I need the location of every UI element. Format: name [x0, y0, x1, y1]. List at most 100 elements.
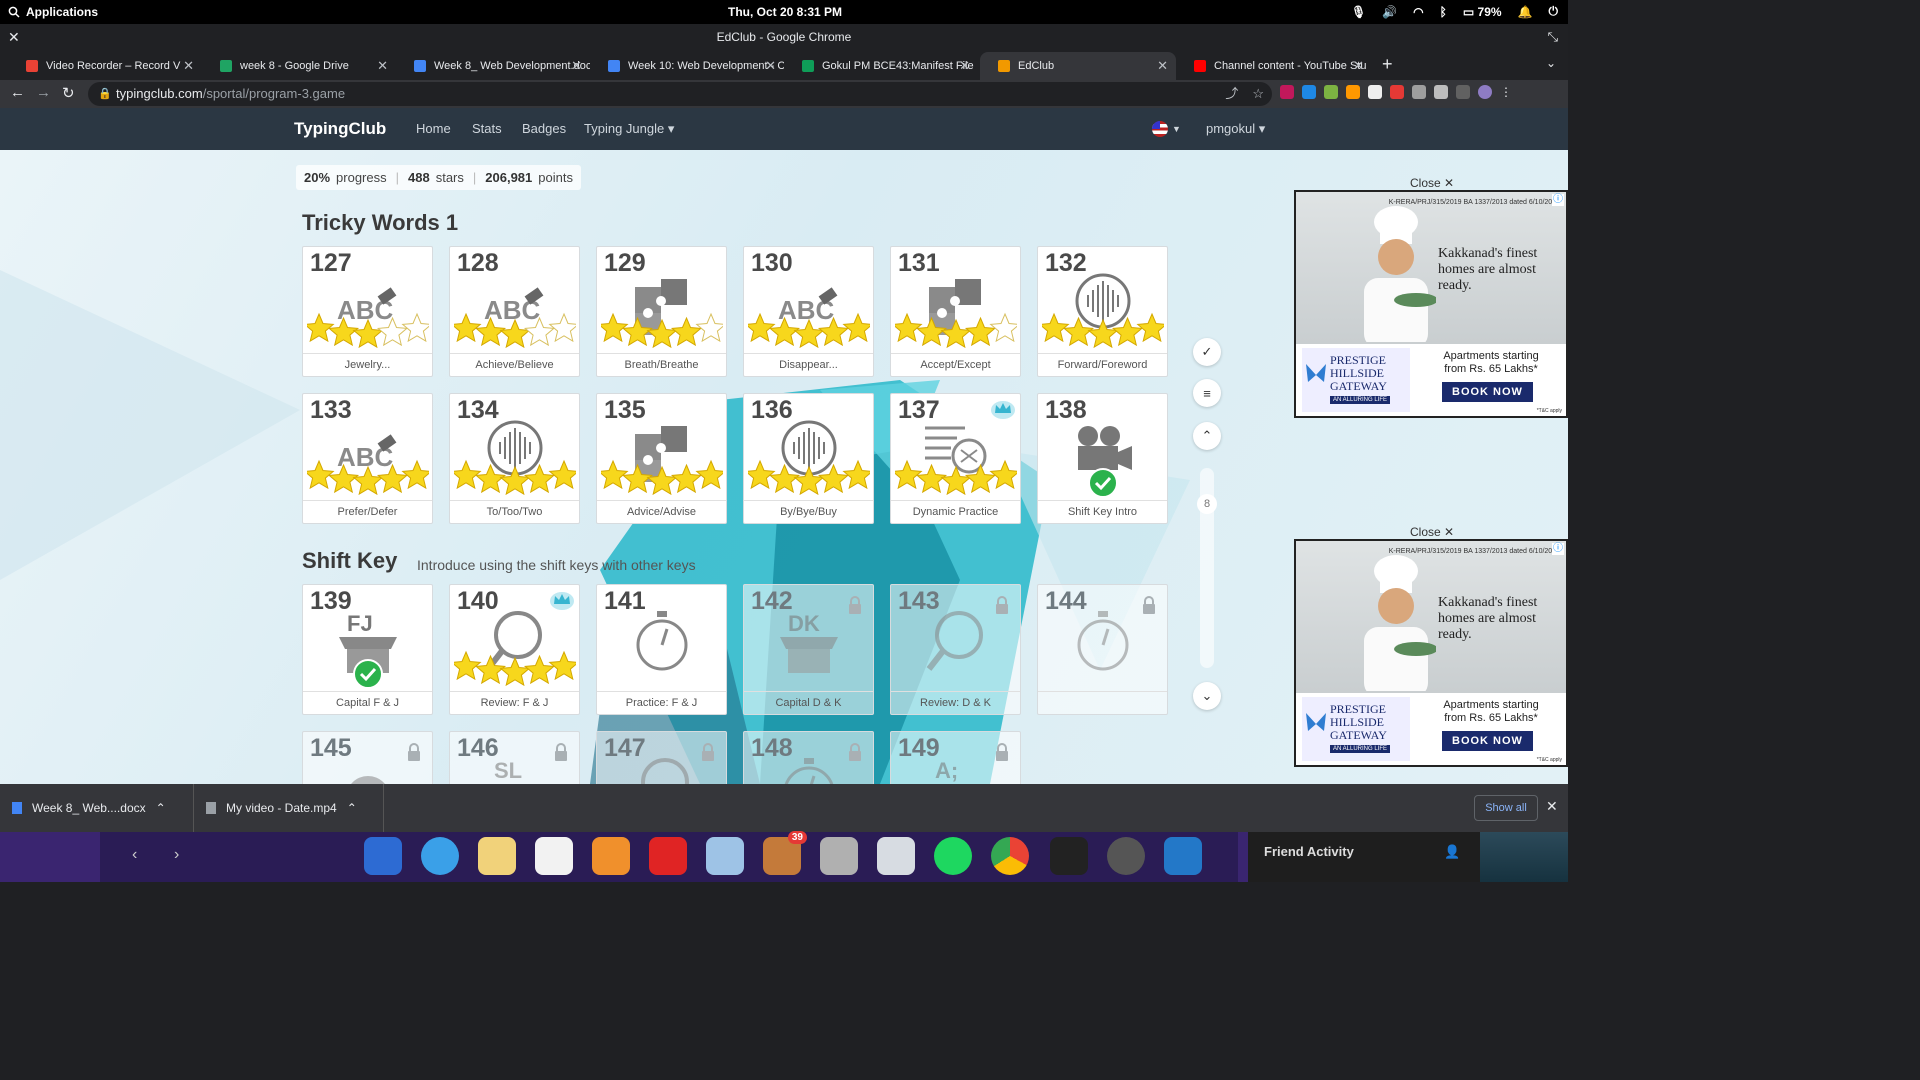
music-icon[interactable]: [592, 837, 630, 875]
tab-youtube-studio[interactable]: Channel content - YouTube Stu ✕: [1176, 52, 1372, 80]
close-tab-icon[interactable]: ✕: [183, 58, 194, 74]
mail-icon[interactable]: [478, 837, 516, 875]
side-panel-icon[interactable]: [1456, 85, 1470, 99]
scroll-down-button[interactable]: ⌄: [1193, 682, 1221, 710]
camera-icon[interactable]: [1107, 837, 1145, 875]
lesson-card-135[interactable]: 135 Advice/Advise: [596, 393, 727, 524]
lesson-card-145[interactable]: 145: [302, 731, 433, 784]
extension-icon[interactable]: [1412, 85, 1426, 99]
lesson-card-128[interactable]: 128 ABC Achieve/Believe: [449, 246, 580, 377]
lesson-card-133[interactable]: 133 ABC Prefer/Defer: [302, 393, 433, 524]
applications-menu[interactable]: Applications: [8, 5, 98, 19]
files-icon[interactable]: [820, 837, 858, 875]
bookmark-star-icon[interactable]: ☆: [1252, 82, 1264, 106]
show-all-downloads-button[interactable]: Show all: [1474, 795, 1538, 821]
close-tab-icon[interactable]: ✕: [1157, 58, 1168, 74]
close-tab-icon[interactable]: ✕: [571, 58, 582, 74]
app-store-icon[interactable]: 39: [763, 831, 807, 875]
nav-badges[interactable]: Badges: [522, 121, 566, 136]
settings-toggle-icon[interactable]: [877, 837, 915, 875]
ad-book-now-button[interactable]: BOOK NOW: [1442, 731, 1533, 751]
dock-next-icon[interactable]: ›: [174, 846, 179, 864]
forward-button[interactable]: →: [36, 84, 51, 101]
download-item[interactable]: Week 8_ Web....docx ⌃: [0, 784, 194, 832]
volume-icon[interactable]: 🔊: [1382, 5, 1397, 19]
download-item[interactable]: My video - Date.mp4 ⌃: [194, 784, 384, 832]
ad-close-button[interactable]: Close ✕: [1410, 525, 1454, 539]
calendar-icon[interactable]: [535, 837, 573, 875]
tab-video-recorder[interactable]: Video Recorder – Record V ✕: [8, 52, 202, 80]
download-extension-icon[interactable]: [1302, 85, 1316, 99]
language-chevron-icon[interactable]: ▼: [1172, 124, 1181, 134]
nav-home[interactable]: Home: [416, 121, 451, 136]
close-tab-icon[interactable]: ✕: [1353, 58, 1364, 74]
add-friend-icon[interactable]: 👤: [1444, 844, 1460, 860]
ad-choices-icon[interactable]: ⓘ: [1552, 543, 1564, 555]
profile-avatar[interactable]: [1478, 85, 1492, 99]
close-downloads-icon[interactable]: ✕: [1546, 798, 1558, 815]
lesson-card-142[interactable]: 142 DK Capital D & K: [743, 584, 874, 715]
lesson-card-143[interactable]: 143 Review: D & K: [890, 584, 1021, 715]
check-progress-button[interactable]: ✓: [1193, 338, 1221, 366]
window-restore-icon[interactable]: ⤡: [1548, 24, 1558, 50]
user-menu[interactable]: pmgokul ▾: [1206, 121, 1265, 137]
share-icon[interactable]: ⤴: [1225, 82, 1238, 106]
reload-button[interactable]: ↻: [62, 84, 75, 102]
advertisement[interactable]: K-RERA/PRJ/315/2019 BA 1337/2013 dated 6…: [1294, 190, 1568, 418]
close-tab-icon[interactable]: ✕: [765, 58, 776, 74]
power-icon[interactable]: ⏻: [1549, 4, 1559, 19]
workspace-icon[interactable]: [364, 837, 402, 875]
video-player-icon[interactable]: [649, 837, 687, 875]
lesson-card-146[interactable]: 146 SL: [449, 731, 580, 784]
chrome-icon[interactable]: [991, 837, 1029, 875]
lesson-card-129[interactable]: 129 Breath/Breathe: [596, 246, 727, 377]
lesson-card-139[interactable]: 139 FJ Capital F & J: [302, 584, 433, 715]
bluetooth-icon[interactable]: ᛒ: [1440, 5, 1447, 19]
new-tab-button[interactable]: +: [1382, 54, 1393, 75]
lock-icon[interactable]: 🔒: [98, 82, 112, 106]
tab-week10-doc[interactable]: Week 10: Web Development - C ✕: [590, 52, 784, 80]
lesson-card-138[interactable]: 138 Shift Key Intro: [1037, 393, 1168, 524]
lesson-card-144[interactable]: 144: [1037, 584, 1168, 715]
lesson-card-132[interactable]: 132 Forward/Foreword: [1037, 246, 1168, 377]
chevron-up-icon[interactable]: ⌃: [156, 801, 166, 815]
language-flag-icon[interactable]: [1152, 121, 1168, 137]
address-bar[interactable]: 🔒 typingclub.com/sportal/program-3.game …: [88, 82, 1272, 106]
tab-search-chevron-icon[interactable]: ⌄: [1546, 56, 1556, 70]
extension-icon[interactable]: [1368, 85, 1382, 99]
window-close-icon[interactable]: ✕: [8, 24, 20, 50]
spotify-icon[interactable]: [934, 837, 972, 875]
scroll-up-button[interactable]: ⌃: [1193, 422, 1221, 450]
lesson-card-149[interactable]: 149 A;: [890, 731, 1021, 784]
terminal-icon[interactable]: [1050, 837, 1088, 875]
lesson-card-127[interactable]: 127 ABC Jewelry...: [302, 246, 433, 377]
lesson-card-148[interactable]: 148: [743, 731, 874, 784]
lesson-card-137[interactable]: 137 Dynamic Practice: [890, 393, 1021, 524]
dock-prev-icon[interactable]: ‹: [132, 846, 137, 864]
menu-list-button[interactable]: ≡: [1193, 379, 1221, 407]
browser-globe-icon[interactable]: [421, 837, 459, 875]
lesson-card-136[interactable]: 136 By/Bye/Buy: [743, 393, 874, 524]
puzzle-extensions-icon[interactable]: [1434, 85, 1448, 99]
photos-icon[interactable]: [706, 837, 744, 875]
site-logo[interactable]: TypingClub: [294, 119, 386, 139]
vscode-icon[interactable]: [1164, 837, 1202, 875]
nav-stats[interactable]: Stats: [472, 121, 502, 136]
tab-google-drive[interactable]: week 8 - Google Drive ✕: [202, 52, 396, 80]
tab-edclub[interactable]: EdClub ✕: [980, 52, 1176, 80]
advertisement[interactable]: K-RERA/PRJ/315/2019 BA 1337/2013 dated 6…: [1294, 539, 1568, 767]
back-button[interactable]: ←: [10, 84, 25, 101]
lesson-card-147[interactable]: 147: [596, 731, 727, 784]
extension-icon[interactable]: [1324, 85, 1338, 99]
close-tab-icon[interactable]: ✕: [377, 58, 388, 74]
extension-icon[interactable]: [1280, 85, 1294, 99]
extension-icon[interactable]: [1390, 85, 1404, 99]
lesson-card-130[interactable]: 130 ABC Disappear...: [743, 246, 874, 377]
battery-icon[interactable]: ▭ 79%: [1463, 5, 1502, 19]
close-tab-icon[interactable]: ✕: [959, 58, 970, 74]
ad-choices-icon[interactable]: ⓘ: [1552, 194, 1564, 206]
ad-close-button[interactable]: Close ✕: [1410, 176, 1454, 190]
chrome-menu-icon[interactable]: ⋮: [1500, 85, 1514, 99]
tab-week8-doc[interactable]: Week 8_ Web Development.doc ✕: [396, 52, 590, 80]
wifi-icon[interactable]: ◠: [1413, 5, 1423, 19]
